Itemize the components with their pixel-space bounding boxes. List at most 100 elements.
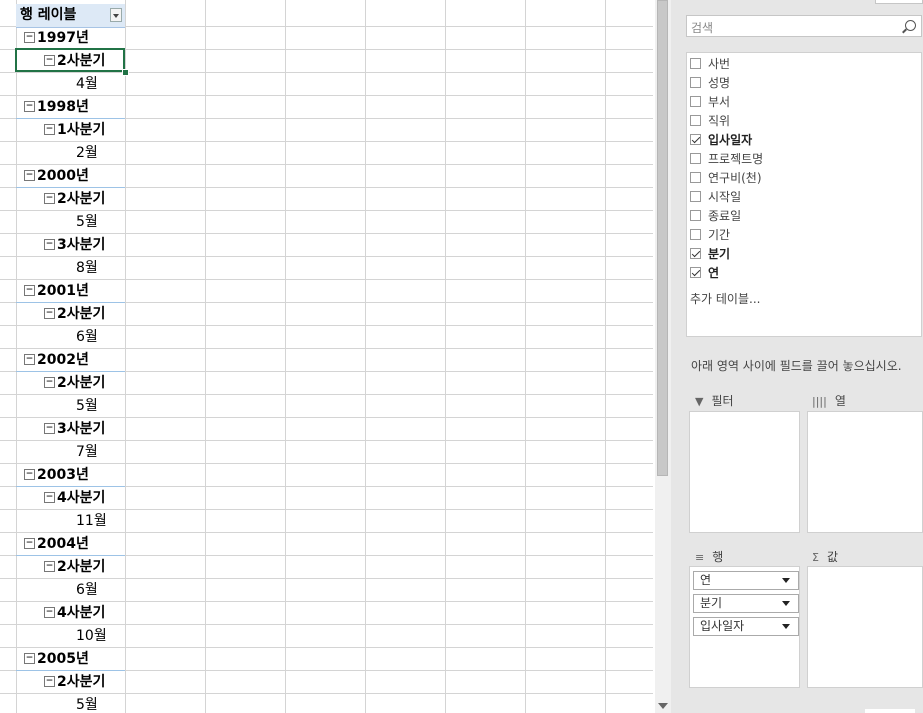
pivot-row-label: 5월 xyxy=(76,398,98,414)
checkbox-icon[interactable] xyxy=(690,77,701,88)
checkbox-icon[interactable] xyxy=(690,191,701,202)
pivot-row-label: 2월 xyxy=(76,145,98,161)
collapse-icon[interactable]: − xyxy=(44,376,55,388)
rows-field-item[interactable]: 분기 xyxy=(693,594,799,613)
collapse-icon[interactable]: − xyxy=(44,675,55,687)
pivot-row-month[interactable]: 11월 xyxy=(16,510,125,533)
collapse-icon[interactable]: − xyxy=(44,491,55,503)
values-area[interactable] xyxy=(807,566,923,688)
scrollbar-thumb[interactable] xyxy=(657,0,668,476)
pivot-row-qtr[interactable]: −2사분기 xyxy=(16,372,125,395)
pivot-row-qtr[interactable]: −2사분기 xyxy=(16,303,125,326)
pivot-row-month[interactable]: 5월 xyxy=(16,694,125,713)
field-search-input[interactable]: 검색 xyxy=(686,15,922,37)
worksheet-grid[interactable]: 행 레이블 −1997년 −2사분기 4월 −1998년 −1사분기 2월 −2000년 −2사… xyxy=(0,0,653,713)
dropdown-caret-icon[interactable] xyxy=(782,601,790,606)
collapse-icon[interactable]: − xyxy=(44,238,55,250)
pivot-row-qtr[interactable]: −2사분기 xyxy=(16,188,125,211)
field-item[interactable]: 프로젝트명 xyxy=(690,150,763,168)
pivot-row-qtr[interactable]: −2사분기 xyxy=(16,556,125,579)
pivot-row-month[interactable]: 4월 xyxy=(16,73,125,96)
field-item[interactable]: 종료일 xyxy=(690,207,741,225)
field-item[interactable]: 직위 xyxy=(690,112,730,130)
field-item[interactable]: 성명 xyxy=(690,74,730,92)
search-icon[interactable] xyxy=(905,20,916,31)
pivot-row-label: 1997년 xyxy=(37,30,89,46)
field-item[interactable]: 연 xyxy=(690,264,719,282)
field-item[interactable]: 분기 xyxy=(690,245,730,263)
collapse-icon[interactable]: − xyxy=(24,100,35,112)
pivot-row-qtr[interactable]: −2사분기 xyxy=(16,671,125,694)
pivot-row-qtr[interactable]: −3사분기 xyxy=(16,418,125,441)
scroll-down-arrow-icon[interactable] xyxy=(658,703,668,709)
pivot-row-month[interactable]: 5월 xyxy=(16,395,125,418)
dropdown-caret-icon[interactable] xyxy=(782,624,790,629)
checkbox-checked-icon[interactable] xyxy=(690,248,701,259)
pane-top-button[interactable] xyxy=(875,0,923,4)
dropdown-caret-icon[interactable] xyxy=(782,578,790,583)
pivot-row-month[interactable]: 8월 xyxy=(16,257,125,280)
pivot-row-month[interactable]: 2월 xyxy=(16,142,125,165)
checkbox-icon[interactable] xyxy=(690,229,701,240)
collapse-icon[interactable]: − xyxy=(44,422,55,434)
pivot-row-year[interactable]: −2004년 xyxy=(16,533,125,556)
pivot-row-year[interactable]: −2002년 xyxy=(16,349,125,372)
rows-field-item[interactable]: 입사일자 xyxy=(693,617,799,636)
pivot-row-year[interactable]: −2003년 xyxy=(16,464,125,487)
selected-cell[interactable] xyxy=(15,48,125,72)
fill-handle[interactable] xyxy=(122,69,129,76)
pivot-row-year[interactable]: −1998년 xyxy=(16,96,125,119)
checkbox-icon[interactable] xyxy=(690,96,701,107)
pivot-row-label: 2사분기 xyxy=(57,674,106,690)
vertical-scrollbar[interactable] xyxy=(655,0,671,713)
pivot-row-qtr[interactable]: −4사분기 xyxy=(16,602,125,625)
add-table-link[interactable]: 추가 테이블... xyxy=(690,290,760,307)
collapse-icon[interactable]: − xyxy=(44,307,55,319)
row-labels-text: 행 레이블 xyxy=(20,7,77,23)
pivot-row-month[interactable]: 7월 xyxy=(16,441,125,464)
collapse-icon[interactable]: − xyxy=(44,560,55,572)
field-item[interactable]: 연구비(천) xyxy=(690,169,762,187)
rows-field-item[interactable]: 연 xyxy=(693,571,799,590)
pivot-row-label: 5월 xyxy=(76,697,98,713)
collapse-icon[interactable]: − xyxy=(44,123,55,135)
checkbox-icon[interactable] xyxy=(690,210,701,221)
filter-area-title: ▼ 필터 xyxy=(695,394,734,408)
pivot-row-month[interactable]: 5월 xyxy=(16,211,125,234)
checkbox-icon[interactable] xyxy=(690,153,701,164)
field-item[interactable]: 사번 xyxy=(690,55,730,73)
field-item[interactable]: 시작일 xyxy=(690,188,741,206)
collapse-icon[interactable]: − xyxy=(44,606,55,618)
pivot-row-year[interactable]: −2001년 xyxy=(16,280,125,303)
collapse-icon[interactable]: − xyxy=(24,537,35,549)
collapse-icon[interactable]: − xyxy=(24,284,35,296)
checkbox-icon[interactable] xyxy=(690,172,701,183)
checkbox-icon[interactable] xyxy=(690,58,701,69)
rows-area[interactable]: 연분기입사일자 xyxy=(689,566,800,688)
collapse-icon[interactable]: − xyxy=(24,31,35,43)
collapse-icon[interactable]: − xyxy=(24,652,35,664)
pivot-row-year[interactable]: −2000년 xyxy=(16,165,125,188)
filter-area[interactable] xyxy=(689,411,800,533)
pivot-row-year[interactable]: −2005년 xyxy=(16,648,125,671)
checkbox-checked-icon[interactable] xyxy=(690,134,701,145)
collapse-icon[interactable]: − xyxy=(24,468,35,480)
columns-area[interactable] xyxy=(807,411,923,533)
pivot-row-month[interactable]: 6월 xyxy=(16,579,125,602)
pivot-row-month[interactable]: 10월 xyxy=(16,625,125,648)
collapse-icon[interactable]: − xyxy=(24,169,35,181)
pivot-row-year[interactable]: −1997년 xyxy=(16,27,125,50)
checkbox-icon[interactable] xyxy=(690,115,701,126)
pivot-row-qtr[interactable]: −4사분기 xyxy=(16,487,125,510)
field-item[interactable]: 입사일자 xyxy=(690,131,752,149)
pivot-row-qtr[interactable]: −1사분기 xyxy=(16,119,125,142)
field-item[interactable]: 기간 xyxy=(690,226,730,244)
filter-dropdown-icon[interactable] xyxy=(110,8,122,22)
field-item[interactable]: 부서 xyxy=(690,93,730,111)
checkbox-checked-icon[interactable] xyxy=(690,267,701,278)
pivot-row-month[interactable]: 6월 xyxy=(16,326,125,349)
pivot-row-qtr[interactable]: −3사분기 xyxy=(16,234,125,257)
row-labels-header[interactable]: 행 레이블 xyxy=(16,4,125,28)
collapse-icon[interactable]: − xyxy=(44,192,55,204)
collapse-icon[interactable]: − xyxy=(24,353,35,365)
